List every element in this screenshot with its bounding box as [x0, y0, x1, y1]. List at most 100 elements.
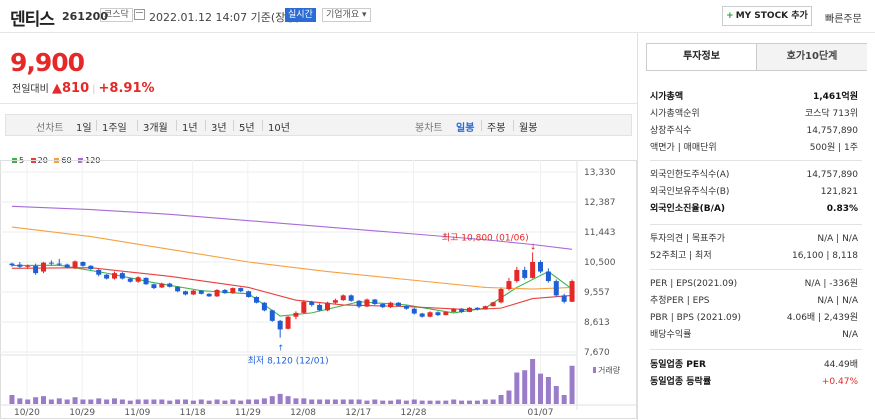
info-row: 시가총액순위 코스닥 713위	[650, 106, 858, 123]
x-tick-label: 11/29	[235, 408, 261, 418]
volume-bar	[135, 399, 141, 404]
info-value: +0.47%	[821, 377, 858, 387]
candle-body	[151, 284, 157, 289]
volume-bar	[301, 398, 307, 404]
period-divider	[262, 120, 263, 131]
candle-body	[9, 263, 15, 266]
period-10y[interactable]: 10년	[268, 119, 290, 134]
period-divider	[233, 120, 234, 131]
volume-bar	[104, 399, 110, 404]
candle-body	[309, 301, 315, 305]
period-5y[interactable]: 5년	[239, 119, 255, 134]
candle-body	[396, 302, 401, 306]
price-box: 9,900 전일대비 ▲810 | +8.91%	[0, 34, 637, 104]
x-tick-label: 10/29	[69, 408, 95, 418]
volume-bar	[41, 396, 46, 404]
period-divider	[137, 120, 138, 131]
volume-bar	[167, 400, 173, 404]
volume-bar	[522, 370, 528, 404]
volume-bar	[159, 399, 165, 404]
period-1y[interactable]: 1년	[182, 119, 198, 134]
info-group: 시가총액 1,461억원 시가총액순위 코스닥 713위 상장주식수 14,757,890…	[650, 89, 858, 157]
add-mystock-button[interactable]: + MY STOCK 추가	[722, 6, 812, 26]
candle-body	[230, 288, 236, 294]
period-weekly[interactable]: 주봉	[487, 119, 505, 134]
volume-bar	[127, 400, 133, 404]
realtime-button[interactable]: 실시간	[285, 8, 316, 22]
volume-bar	[80, 399, 86, 404]
candle-body	[285, 316, 291, 329]
candle-body	[72, 261, 78, 269]
candle-body	[380, 303, 386, 308]
quick-order-link[interactable]: 빠른주문	[825, 10, 862, 25]
company-overview-dropdown[interactable]: 기업개요 ▾	[322, 8, 371, 22]
candle-body	[183, 291, 188, 295]
candle-body	[198, 290, 204, 294]
volume-bar	[332, 399, 338, 404]
candle-body	[561, 295, 567, 302]
candle-body	[522, 269, 528, 278]
market-badge: 코스닥	[100, 8, 133, 22]
candle-body	[403, 305, 409, 309]
volume-bar	[459, 400, 465, 404]
volume-bar	[238, 400, 244, 404]
candle-body	[506, 281, 512, 290]
volume-bar	[372, 399, 378, 404]
period-3m[interactable]: 3개월	[143, 119, 168, 134]
y-tick-label: 13,330	[584, 168, 616, 178]
candle-body	[340, 295, 346, 301]
x-tick-label: 12/08	[290, 408, 316, 418]
volume-bar	[175, 399, 181, 404]
price-change: 전일대비 ▲810 | +8.91%	[12, 80, 155, 96]
info-row: PER | EPS(2021.09) N/A | -336원	[650, 276, 858, 293]
change-percent: +8.91%	[98, 81, 155, 96]
volume-bar	[112, 398, 117, 404]
period-1d[interactable]: 1일	[76, 119, 92, 134]
candle-body	[467, 307, 472, 312]
volume-bar	[419, 400, 425, 404]
x-tick-label: 11/18	[180, 408, 206, 418]
candle-body	[119, 273, 125, 279]
candle-body	[41, 262, 46, 272]
candle-body	[277, 320, 283, 330]
y-tick-label: 7,670	[584, 348, 610, 358]
info-key: 액면가 | 매매단위	[650, 143, 717, 153]
volume-bar	[348, 399, 354, 404]
info-row: 동일업종 등락률 +0.47%	[650, 374, 858, 391]
info-key: 동일업종 PER	[650, 360, 706, 370]
period-1w[interactable]: 1주일	[102, 119, 127, 134]
info-key: 추정PER | EPS	[650, 296, 710, 306]
candle-body	[451, 308, 457, 312]
candle-chart-label[interactable]: 봉차트	[415, 119, 443, 134]
candlestick-chart[interactable]: 13,330 12,387 11,443 10,500 9,557 8,613 7,670 1…	[0, 160, 637, 420]
y-tick-label: 8,613	[584, 318, 610, 328]
tab-quote-10[interactable]: 호가10단계	[757, 44, 867, 70]
period-daily[interactable]: 일봉	[456, 119, 474, 134]
period-monthly[interactable]: 월봉	[519, 119, 537, 134]
candle-body	[325, 302, 330, 311]
tab-invest-info[interactable]: 투자정보	[647, 44, 757, 70]
y-tick-label: 12,387	[584, 198, 616, 208]
volume-bar	[119, 399, 125, 404]
volume-bar	[246, 399, 252, 404]
info-value: 1,461억원	[812, 92, 858, 102]
volume-bar	[72, 397, 78, 404]
period-3y[interactable]: 3년	[211, 119, 227, 134]
volume-bar	[214, 399, 220, 404]
volume-bar	[33, 397, 39, 404]
info-row: 추정PER | EPS N/A | N/A	[650, 293, 858, 310]
volume-bar	[553, 386, 559, 404]
y-tick-label: 9,557	[584, 288, 610, 298]
volume-bar	[317, 399, 323, 404]
info-value: 14,757,890	[806, 170, 858, 180]
info-key: 상장주식수	[650, 126, 692, 136]
candle-body	[332, 300, 338, 303]
candle-body	[435, 312, 441, 316]
volume-bar	[340, 399, 346, 404]
candle-body	[238, 288, 244, 292]
candle-body	[261, 302, 267, 311]
info-value: 44.49배	[823, 360, 858, 370]
period-divider	[481, 120, 482, 131]
line-chart-label[interactable]: 선차트	[36, 119, 64, 134]
candle-body	[222, 289, 228, 294]
